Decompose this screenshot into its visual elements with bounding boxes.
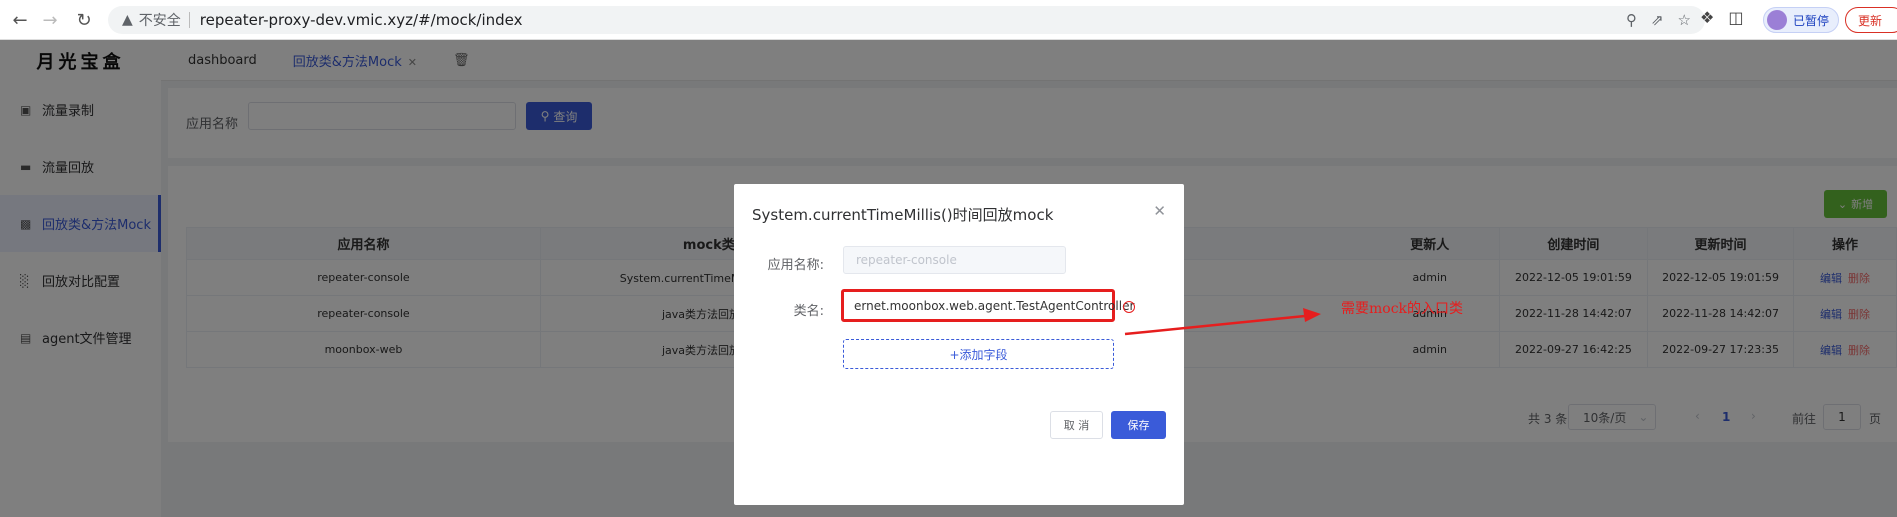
remove-field-icon[interactable] [1123, 301, 1135, 313]
dialog-title: System.currentTimeMillis()时间回放mock [752, 206, 1054, 224]
class-name-field[interactable]: ernet.moonbox.web.agent.TestAgentControl… [841, 289, 1134, 322]
zoom-icon[interactable]: ⚲ [1626, 11, 1637, 29]
update-button[interactable]: 更新 [1845, 7, 1897, 33]
side-panel-icon[interactable]: ◫ [1728, 8, 1743, 27]
back-icon[interactable]: ← [6, 6, 34, 34]
app-name-field: repeater-console [843, 246, 1066, 274]
warning-icon: ▲ [122, 12, 133, 28]
mock-dialog: System.currentTimeMillis()时间回放mock ✕ 应用名… [734, 184, 1184, 505]
class-name-label: 类名: [793, 304, 824, 319]
extensions-icon[interactable]: ❖ [1700, 8, 1714, 27]
profile-button[interactable]: 已暂停 [1763, 7, 1839, 33]
cancel-button[interactable]: 取 消 [1050, 411, 1103, 439]
share-icon[interactable]: ⇗ [1651, 11, 1664, 29]
save-button[interactable]: 保存 [1111, 411, 1166, 439]
forward-icon[interactable]: → [36, 6, 64, 34]
bookmark-star-icon[interactable]: ☆ [1678, 11, 1691, 29]
url-text: repeater-proxy-dev.vmic.xyz/#/mock/index [199, 11, 523, 29]
avatar [1767, 10, 1787, 30]
address-bar[interactable]: ▲ 不安全 repeater-proxy-dev.vmic.xyz/#/mock… [108, 6, 1705, 34]
close-icon[interactable]: ✕ [1153, 202, 1166, 220]
reload-icon[interactable]: ↻ [70, 6, 98, 34]
browser-toolbar: ← → ↻ ▲ 不安全 repeater-proxy-dev.vmic.xyz/… [0, 0, 1897, 40]
insecure-label: 不安全 [138, 13, 181, 29]
annotation-text: 需要mock的入口类 [1341, 301, 1464, 317]
add-field-button[interactable]: +添加字段 [843, 339, 1114, 369]
app-name-label: 应用名称: [767, 258, 824, 273]
